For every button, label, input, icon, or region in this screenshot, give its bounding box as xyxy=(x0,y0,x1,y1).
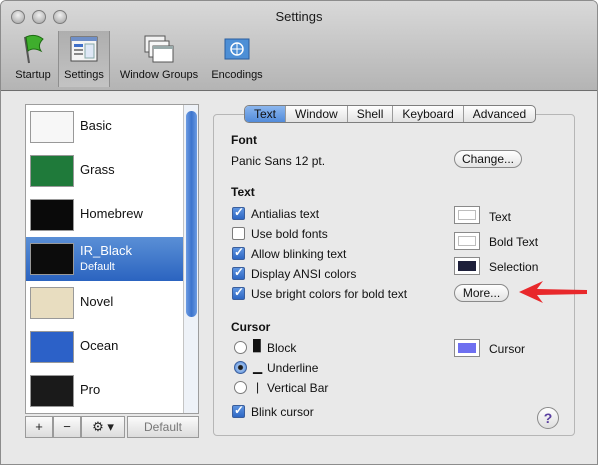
block-glyph-icon: █ xyxy=(253,340,261,352)
settings-icon xyxy=(70,36,98,62)
cursor-color-label: Cursor xyxy=(489,342,526,356)
blinking-text-checkbox[interactable] xyxy=(232,245,245,260)
default-button[interactable]: Default xyxy=(127,416,199,438)
toolbar-label: Window Groups xyxy=(119,69,199,81)
tab-window[interactable]: Window xyxy=(286,106,348,122)
tab-bar: Text Window Shell Keyboard Advanced xyxy=(244,105,537,123)
scrollbar-thumb[interactable] xyxy=(186,111,197,317)
toolbar-encodings[interactable]: Encodings xyxy=(207,31,267,87)
profile-default-label: Default xyxy=(80,261,115,273)
profile-item-ocean[interactable]: Ocean xyxy=(26,325,184,369)
profile-item-ir-black[interactable]: IR_Black Default xyxy=(26,237,184,281)
tab-advanced[interactable]: Advanced xyxy=(464,106,535,122)
text-color-well[interactable] xyxy=(454,206,480,224)
cursor-underline-label: Underline xyxy=(267,361,319,375)
profile-item-basic[interactable]: Basic xyxy=(26,105,184,149)
toolbar-label: Settings xyxy=(64,69,104,81)
vertical-bar-glyph-icon: | xyxy=(256,380,260,394)
font-heading: Font xyxy=(231,133,257,147)
profile-list-toolbar: + − ⚙ ▾ Default xyxy=(25,416,199,438)
settings-window: Settings Startup Settings Window Groups … xyxy=(0,0,598,465)
profile-item-novel[interactable]: Novel xyxy=(26,281,184,325)
profile-thumbnail xyxy=(30,111,74,143)
toolbar-label: Encodings xyxy=(211,69,263,81)
red-arrow-annotation xyxy=(519,281,587,303)
bright-colors-checkbox[interactable] xyxy=(232,285,245,300)
antialias-checkbox[interactable] xyxy=(232,205,245,220)
flag-icon xyxy=(24,34,44,64)
profile-thumbnail xyxy=(30,199,74,231)
blinking-text-label: Allow blinking text xyxy=(251,247,347,261)
profile-name: Basic xyxy=(80,118,112,133)
toolbar-startup[interactable]: Startup xyxy=(9,31,57,87)
profile-thumbnail xyxy=(30,155,74,187)
ansi-colors-label: Display ANSI colors xyxy=(251,267,357,281)
profile-thumbnail xyxy=(30,243,74,275)
profile-name: Ocean xyxy=(80,338,119,353)
underline-glyph-icon: ▁ xyxy=(253,360,263,374)
window-groups-icon xyxy=(144,35,174,63)
blink-cursor-checkbox[interactable] xyxy=(232,403,245,418)
antialias-label: Antialias text xyxy=(251,207,320,221)
profile-list-scrollbar[interactable] xyxy=(183,105,198,413)
profile-name: Grass xyxy=(80,162,115,177)
toolbar-window-groups[interactable]: Window Groups xyxy=(113,31,205,87)
encodings-icon xyxy=(224,38,250,60)
add-profile-button[interactable]: + xyxy=(25,416,53,438)
titlebar: Settings Startup Settings Window Groups … xyxy=(1,1,597,91)
cursor-vertical-bar-radio[interactable] xyxy=(234,381,247,394)
profile-thumbnail xyxy=(30,375,74,407)
tab-text[interactable]: Text xyxy=(245,106,287,122)
profile-item-grass[interactable]: Grass xyxy=(26,149,184,193)
gear-menu-button[interactable]: ⚙ ▾ xyxy=(81,416,125,438)
tab-shell[interactable]: Shell xyxy=(348,106,394,122)
profile-thumbnail xyxy=(30,287,74,319)
font-value: Panic Sans 12 pt. xyxy=(231,154,326,168)
toolbar-label: Startup xyxy=(15,69,51,81)
profile-item-homebrew[interactable]: Homebrew xyxy=(26,193,184,237)
tab-keyboard[interactable]: Keyboard xyxy=(393,106,464,122)
cursor-underline-radio[interactable] xyxy=(234,361,247,374)
profile-name: Pro xyxy=(80,382,101,397)
bold-fonts-checkbox[interactable] xyxy=(232,227,245,240)
more-colors-button[interactable]: More... xyxy=(454,284,509,302)
cursor-color-well[interactable] xyxy=(454,339,480,357)
change-font-button[interactable]: Change... xyxy=(454,150,522,168)
text-color-label: Text xyxy=(489,210,512,224)
bright-colors-label: Use bright colors for bold text xyxy=(251,287,408,301)
profile-name: Homebrew xyxy=(80,206,143,221)
profile-name: Novel xyxy=(80,294,114,309)
settings-content: Basic Grass Homebrew IR_Black Default No… xyxy=(1,92,597,464)
bold-text-color-well[interactable] xyxy=(454,232,480,250)
toolbar-settings[interactable]: Settings xyxy=(58,31,110,87)
ansi-colors-checkbox[interactable] xyxy=(232,265,245,280)
cursor-heading: Cursor xyxy=(231,320,271,334)
bold-text-color-label: Bold Text xyxy=(489,235,539,249)
window-title: Settings xyxy=(275,9,323,24)
profile-item-pro[interactable]: Pro xyxy=(26,369,184,413)
blink-cursor-label: Blink cursor xyxy=(251,405,314,419)
selection-color-well[interactable] xyxy=(454,257,480,275)
cursor-vertical-bar-label: Vertical Bar xyxy=(267,381,329,395)
text-heading: Text xyxy=(231,185,255,199)
cursor-block-radio[interactable] xyxy=(234,341,247,354)
cursor-block-label: Block xyxy=(267,341,297,355)
bold-fonts-label: Use bold fonts xyxy=(251,227,328,241)
help-button[interactable]: ? xyxy=(537,407,559,429)
remove-profile-button[interactable]: − xyxy=(53,416,81,438)
profile-list[interactable]: Basic Grass Homebrew IR_Black Default No… xyxy=(25,104,199,414)
profile-thumbnail xyxy=(30,331,74,363)
selection-color-label: Selection xyxy=(489,260,539,274)
profile-name: IR_Black xyxy=(80,243,133,258)
